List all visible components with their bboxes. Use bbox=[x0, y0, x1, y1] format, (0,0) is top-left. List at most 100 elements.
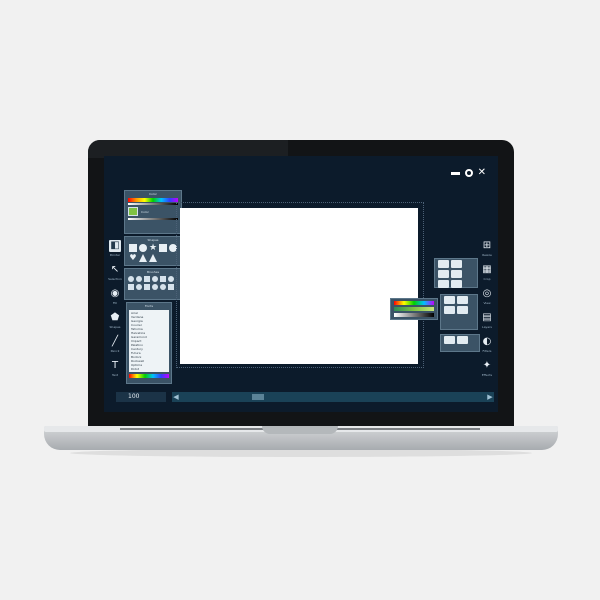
right-tool-rail: ⊞ Resize ▦ Crop ◎ View ▤ Layers ◐ Filter… bbox=[480, 240, 494, 377]
fill-icon: ◉ bbox=[110, 288, 120, 299]
fonts-panel: Fonts Arial Verdana Georgia Courier Tahoma He… bbox=[126, 302, 172, 384]
tool-pencil[interactable]: ╱ Pencil bbox=[108, 336, 122, 353]
zoom-input[interactable]: 100 bbox=[116, 392, 166, 402]
square-shape[interactable] bbox=[129, 244, 137, 252]
brush-square[interactable] bbox=[160, 276, 166, 282]
gradient-bar[interactable] bbox=[394, 301, 434, 305]
brushes-panel: Brushes bbox=[124, 268, 182, 300]
circle-shape[interactable] bbox=[139, 244, 147, 252]
cursor-icon: ↖ bbox=[110, 264, 120, 275]
playback-panel bbox=[440, 334, 480, 352]
copy-icon[interactable] bbox=[444, 296, 455, 304]
brush-grid bbox=[125, 275, 181, 291]
minimize-icon[interactable] bbox=[450, 171, 460, 175]
square-shape[interactable] bbox=[159, 244, 167, 252]
font-color-spectrum[interactable] bbox=[129, 374, 169, 378]
brush-square[interactable] bbox=[168, 284, 174, 290]
star-shape[interactable]: ★ bbox=[149, 244, 157, 253]
horizontal-scrollbar[interactable]: ◀ ▶ bbox=[172, 392, 494, 402]
tool-label: Selection bbox=[108, 277, 122, 281]
brush-round[interactable] bbox=[168, 276, 174, 282]
layers-icon: ▤ bbox=[482, 312, 492, 323]
tool-text[interactable]: T Text bbox=[108, 360, 122, 377]
skew-icon[interactable] bbox=[438, 280, 449, 288]
brush-round[interactable] bbox=[136, 284, 142, 290]
edit-grid bbox=[441, 295, 477, 315]
resize-icon: ⊞ bbox=[482, 240, 492, 251]
play-icon[interactable] bbox=[444, 336, 455, 344]
brush-square[interactable] bbox=[144, 284, 150, 290]
heart-shape[interactable]: ♥ bbox=[129, 254, 137, 262]
brush-round[interactable] bbox=[128, 276, 134, 282]
rotate-right-icon[interactable] bbox=[451, 260, 462, 268]
tool-label: Fill bbox=[112, 301, 117, 305]
tool-filters[interactable]: ◐ Filters bbox=[480, 336, 494, 353]
brush-round[interactable] bbox=[152, 284, 158, 290]
flip-v-icon[interactable] bbox=[451, 270, 462, 278]
tool-resize[interactable]: ⊞ Resize bbox=[480, 240, 494, 257]
opacity-bar[interactable] bbox=[128, 218, 178, 220]
primary-color-swatch[interactable] bbox=[128, 207, 138, 216]
tool-label: Resize bbox=[482, 253, 492, 257]
tool-fill[interactable]: ◉ Fill bbox=[108, 288, 122, 305]
shade-bar[interactable] bbox=[394, 313, 434, 317]
tool-select[interactable]: ↖ Selection bbox=[108, 264, 122, 281]
filter-icon: ◐ bbox=[482, 336, 492, 347]
tool-crop[interactable]: ▦ Crop bbox=[480, 264, 494, 281]
flip-h-icon[interactable] bbox=[438, 270, 449, 278]
tool-label: Layers bbox=[482, 325, 492, 329]
panel-title: Fonts bbox=[144, 304, 154, 308]
laptop-notch bbox=[262, 426, 338, 434]
brush-round[interactable] bbox=[136, 276, 142, 282]
close-icon[interactable]: ✕ bbox=[478, 168, 486, 178]
panel-title: Color bbox=[149, 192, 157, 196]
shapes-icon: ⬟ bbox=[110, 312, 120, 323]
color-spectrum[interactable] bbox=[128, 198, 178, 202]
swatch-row: Color bbox=[128, 207, 178, 216]
left-tool-rail: ◧ Pointer ↖ Selection ◉ Fill ⬟ Shapes ╱ … bbox=[108, 240, 122, 377]
scroll-thumb[interactable] bbox=[252, 394, 264, 400]
brush-square[interactable] bbox=[144, 276, 150, 282]
next-icon[interactable] bbox=[457, 336, 468, 344]
color-panel: Color Color bbox=[124, 190, 182, 234]
tool-label: Pointer bbox=[109, 253, 121, 257]
maximize-icon[interactable] bbox=[464, 169, 473, 177]
tool-layers[interactable]: ▤ Layers bbox=[480, 312, 494, 329]
font-item[interactable]: Didot bbox=[131, 367, 167, 371]
tool-shapes[interactable]: ⬟ Shapes bbox=[108, 312, 122, 329]
rotate-left-icon[interactable] bbox=[438, 260, 449, 268]
laptop-shadow bbox=[70, 449, 532, 457]
delete-icon[interactable] bbox=[457, 306, 468, 314]
cut-icon[interactable] bbox=[444, 306, 455, 314]
tool-label: Crop bbox=[483, 277, 491, 281]
tool-label: Shapes bbox=[109, 325, 121, 329]
triangle-shape[interactable] bbox=[149, 254, 157, 262]
tool-pointer[interactable]: ◧ Pointer bbox=[108, 240, 122, 257]
tool-label: Text bbox=[111, 373, 119, 377]
text-icon: T bbox=[111, 360, 119, 371]
tool-label: Effects bbox=[481, 373, 493, 377]
effects-icon: ✦ bbox=[482, 360, 492, 371]
transform-grid bbox=[435, 259, 477, 289]
tint-bar[interactable] bbox=[394, 307, 434, 311]
gradient-panel bbox=[390, 298, 438, 320]
eye-icon: ◎ bbox=[482, 288, 492, 299]
shapes-panel: Shapes ★ ♥ bbox=[124, 236, 182, 266]
tool-effects[interactable]: ✦ Effects bbox=[480, 360, 494, 377]
scroll-right-icon[interactable]: ▶ bbox=[486, 392, 494, 402]
transform-panel bbox=[434, 258, 478, 288]
tool-view[interactable]: ◎ View bbox=[480, 288, 494, 305]
app-screen: ✕ ◧ Pointer ↖ Selection ◉ Fill ⬟ Shapes … bbox=[104, 156, 498, 412]
paste-icon[interactable] bbox=[457, 296, 468, 304]
brush-square[interactable] bbox=[128, 284, 134, 290]
brush-round[interactable] bbox=[160, 284, 166, 290]
triangle-shape[interactable] bbox=[139, 254, 147, 262]
brush-round[interactable] bbox=[152, 276, 158, 282]
drawing-canvas[interactable] bbox=[180, 208, 418, 364]
scale-icon[interactable] bbox=[451, 280, 462, 288]
swatch-label: Color bbox=[141, 209, 149, 214]
scroll-left-icon[interactable]: ◀ bbox=[172, 392, 180, 402]
font-list[interactable]: Arial Verdana Georgia Courier Tahoma Helvetic… bbox=[129, 310, 169, 372]
grayscale-bar[interactable] bbox=[128, 203, 178, 205]
tool-label: View bbox=[483, 301, 491, 305]
